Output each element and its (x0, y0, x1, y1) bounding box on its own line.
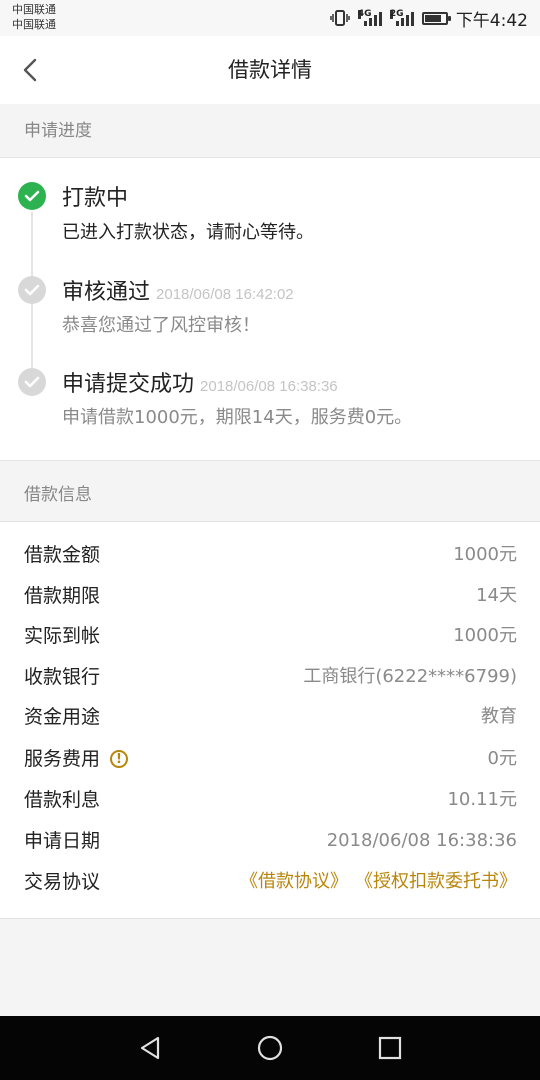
navigation-bar: 借款详情 (0, 36, 540, 104)
circle-home-icon (257, 1035, 283, 1061)
info-row-loan-amount: 借款金额 1000元 (0, 535, 540, 575)
info-value: 1000元 (453, 625, 517, 646)
info-label: 实际到帐 (24, 625, 101, 647)
step-description: 恭喜您通过了风控审核！ (62, 315, 260, 336)
info-row-loan-interest: 借款利息 10.11元 (0, 780, 540, 820)
info-row-fund-purpose: 资金用途 教育 (0, 697, 540, 737)
info-value: 14天 (476, 585, 517, 606)
info-label: 收款银行 (24, 666, 101, 688)
info-value: 教育 (481, 706, 517, 727)
info-row-receiving-bank: 收款银行 工商银行(6222****6799) (0, 657, 540, 697)
vibrate-icon (330, 10, 350, 26)
info-label: 资金用途 (24, 706, 101, 728)
step-title: 审核通过 2018/06/08 16:42:02 (62, 274, 294, 306)
debit-authorization-link[interactable]: 《授权扣款委托书》 (364, 871, 517, 892)
triangle-back-icon (140, 1036, 160, 1060)
agreement-links: 《借款协议》 《授权扣款委托书》 (224, 862, 517, 902)
step-title-text: 审核通过 (62, 280, 151, 305)
system-back-button[interactable] (130, 1028, 170, 1068)
carrier-2: 中国联通 (12, 18, 56, 31)
info-label-text: 服务费用 (24, 748, 101, 770)
info-value: 0元 (487, 748, 517, 769)
page-title: 借款详情 (228, 58, 312, 82)
step-timestamp: 2018/06/08 16:38:36 (200, 378, 338, 395)
info-row-service-fee: 服务费用 ! 0元 (0, 739, 540, 779)
step-description: 已进入打款状态，请耐心等待。 (62, 222, 314, 243)
info-label: 服务费用 ! (24, 739, 129, 779)
status-time: 下午4:42 (455, 10, 528, 31)
step-title-text: 申请提交成功 (62, 372, 195, 397)
progress-section-header: 申请进度 (0, 104, 540, 158)
info-value: 2018/06/08 16:38:36 (326, 830, 517, 851)
info-value: 工商银行(6222****6799) (303, 666, 517, 687)
signal-4g-icon: 4G (357, 10, 382, 26)
info-label: 借款金额 (24, 544, 101, 566)
info-row-application-date: 申请日期 2018/06/08 16:38:36 (0, 821, 540, 861)
info-label: 申请日期 (24, 830, 101, 852)
carrier-1: 中国联通 (12, 3, 56, 16)
info-value: 10.11元 (447, 789, 517, 810)
step-active-check-icon (18, 182, 46, 210)
step-title: 申请提交成功 2018/06/08 16:38:36 (62, 366, 338, 398)
loan-info-panel: 借款金额 1000元 借款期限 14天 实际到帐 1000元 收款银行 工商银行… (0, 522, 540, 919)
status-bar: 中国联通 中国联通 4G 2G 下午4:42 (0, 0, 540, 36)
step-done-check-icon (18, 276, 46, 304)
step-timestamp: 2018/06/08 16:42:02 (156, 286, 294, 303)
step-title: 打款中 (62, 180, 128, 212)
step-title-text: 打款中 (62, 186, 129, 211)
info-label: 交易协议 (24, 871, 101, 893)
system-home-button[interactable] (250, 1028, 290, 1068)
step-description: 申请借款1000元，期限14天，服务费0元。 (62, 407, 413, 428)
square-recents-icon (378, 1036, 402, 1060)
info-row-loan-term: 借款期限 14天 (0, 576, 540, 616)
loan-info-section-header: 借款信息 (0, 468, 540, 522)
info-label: 借款利息 (24, 789, 101, 811)
signal-2g-icon: 2G (389, 10, 414, 26)
info-row-actual-received: 实际到帐 1000元 (0, 616, 540, 656)
info-label: 借款期限 (24, 585, 101, 607)
status-icons: 4G 2G 下午4:42 (330, 0, 528, 36)
info-row-agreements: 交易协议 《借款协议》 《授权扣款委托书》 (0, 862, 540, 902)
loan-agreement-link[interactable]: 《借款协议》 (240, 871, 348, 892)
carrier-info: 中国联通 中国联通 (12, 2, 56, 32)
info-hint-icon[interactable]: ! (110, 750, 129, 768)
battery-icon (421, 11, 451, 25)
info-value: 1000元 (453, 544, 517, 565)
system-navigation-bar (0, 1016, 540, 1080)
step-done-check-icon (18, 368, 46, 396)
system-recents-button[interactable] (370, 1028, 410, 1068)
